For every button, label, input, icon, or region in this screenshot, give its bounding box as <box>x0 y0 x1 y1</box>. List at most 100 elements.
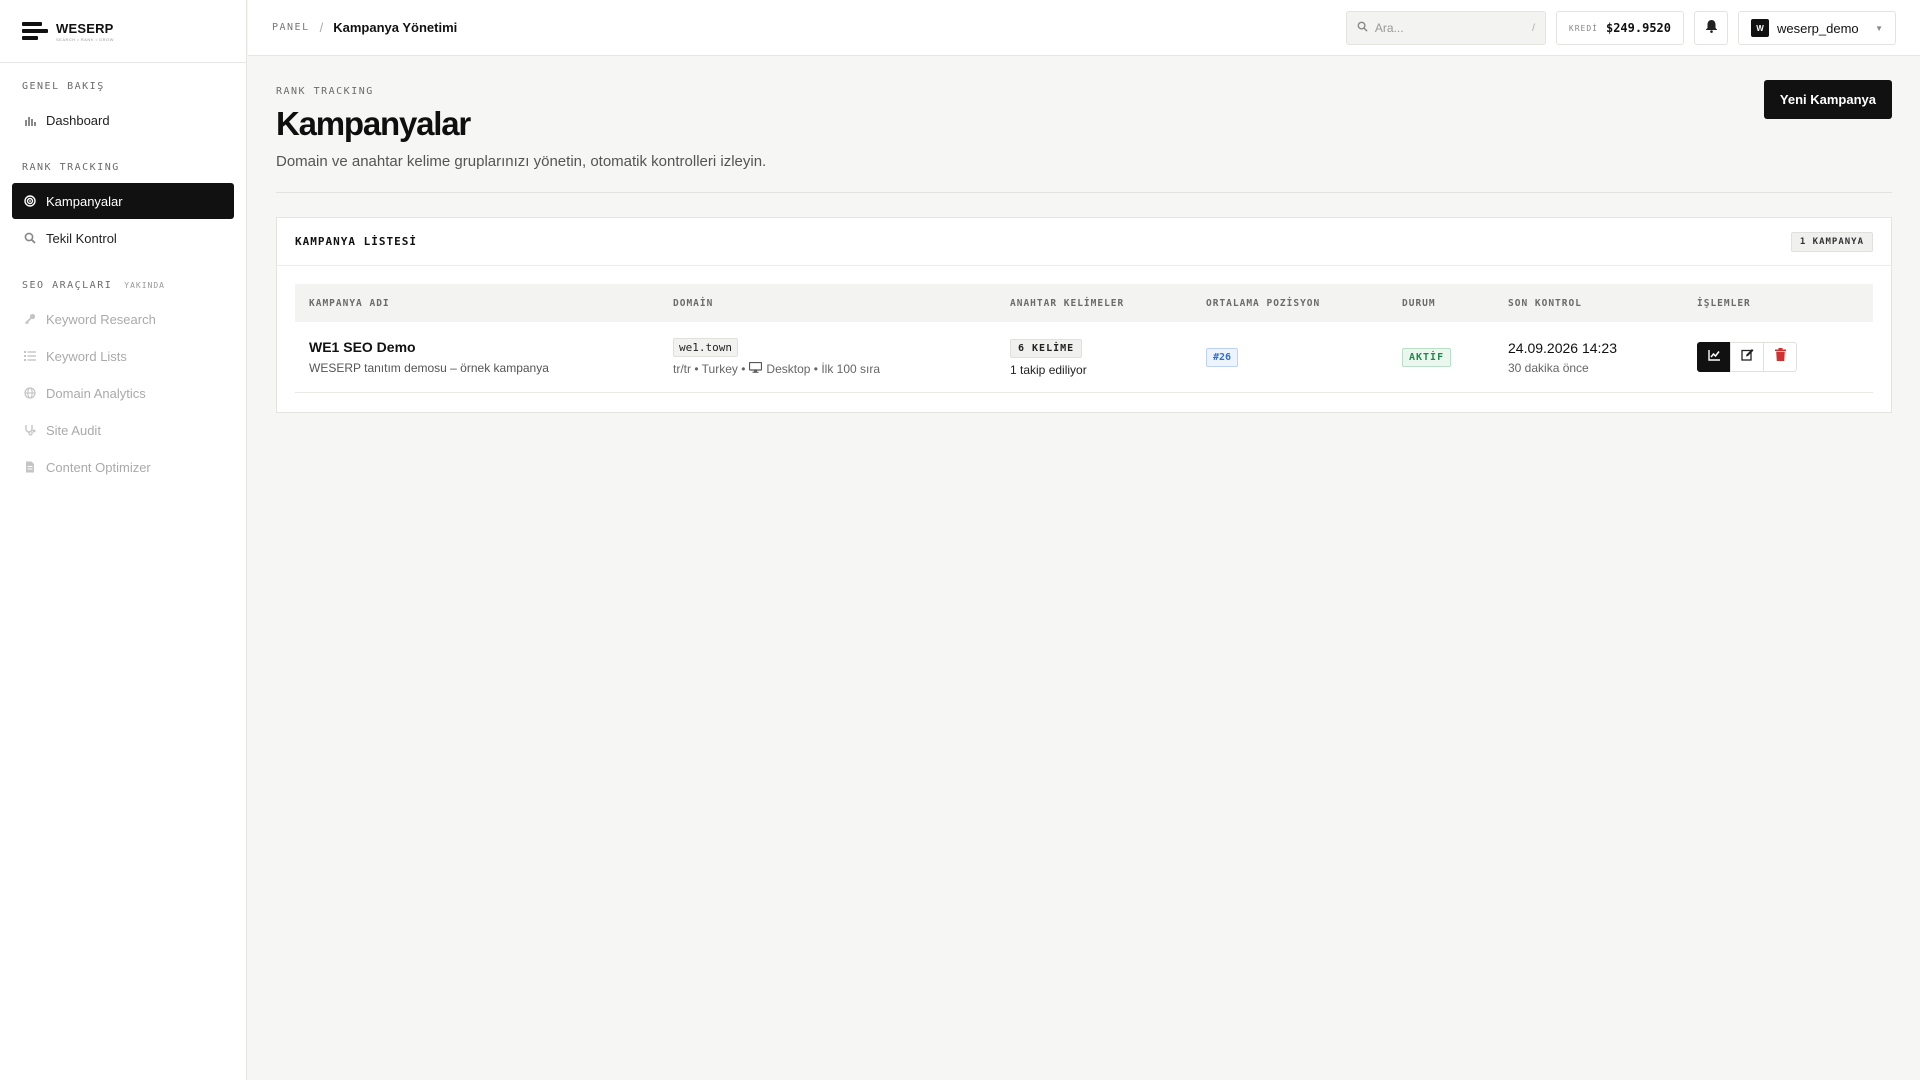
sidebar-item-label: Tekil Kontrol <box>46 230 117 246</box>
document-icon <box>24 461 36 473</box>
divider <box>276 192 1892 193</box>
globe-icon <box>24 387 36 399</box>
list-icon <box>24 350 36 362</box>
topbar-actions: Ara... / KREDİ $249.9520 W weserp_demo ▼ <box>1345 11 1896 45</box>
column-header-name[interactable]: KAMPANYA ADI <box>295 298 673 309</box>
breadcrumb: PANEL / Kampanya Yönetimi <box>272 20 457 35</box>
bell-icon <box>1705 19 1718 38</box>
sidebar-item-domain-analytics[interactable]: Domain Analytics <box>12 375 234 411</box>
device-text: Desktop • İlk 100 sıra <box>766 362 881 376</box>
chevron-down-icon: ▼ <box>1875 23 1883 33</box>
page-title: Kampanyalar <box>276 105 471 142</box>
target-icon <box>24 195 36 207</box>
avg-position-badge: #26 <box>1206 348 1239 367</box>
card-header: KAMPANYA LİSTESİ 1 KAMPANYA <box>277 218 1891 266</box>
stethoscope-icon <box>24 424 36 436</box>
locale-text: tr/tr • Turkey • <box>673 362 746 376</box>
cell-keywords: 6 KELİME 1 takip ediliyor <box>1010 338 1206 377</box>
page-eyebrow: RANK TRACKING <box>276 86 374 97</box>
breadcrumb-current: Kampanya Yönetimi <box>333 20 458 35</box>
line-chart-icon <box>1707 348 1721 366</box>
campaign-table: KAMPANYA ADI DOMAİN ANAHTAR KELİMELER OR… <box>295 284 1873 393</box>
cell-last-check: 24.09.2026 14:23 30 dakika önce <box>1508 340 1697 375</box>
status-badge: AKTİF <box>1402 348 1452 367</box>
coming-soon-badge: YAKINDA <box>124 281 165 290</box>
sidebar-item-label: Domain Analytics <box>46 385 146 401</box>
sidebar-item-keyword-lists[interactable]: Keyword Lists <box>12 338 234 374</box>
nav-section-label: GENEL BAKIŞ <box>22 81 105 92</box>
cell-actions <box>1697 342 1873 372</box>
brand-tagline: SEARCH • RANK • GROW <box>56 36 114 42</box>
row-actions <box>1697 342 1873 372</box>
user-menu[interactable]: W weserp_demo ▼ <box>1738 11 1896 45</box>
sidebar-item-content-optimizer[interactable]: Content Optimizer <box>12 449 234 485</box>
column-header-avg-position[interactable]: ORTALAMA POZİSYON <box>1206 298 1402 309</box>
sidebar-item-keyword-research[interactable]: Keyword Research <box>12 301 234 337</box>
nav-section-label: SEO ARAÇLARI <box>22 280 113 291</box>
search-placeholder: Ara... <box>1374 21 1404 35</box>
cell-domain: we1.town tr/tr • Turkey • Desktop • İlk … <box>673 338 1010 376</box>
tracked-count: 1 takip ediliyor <box>1010 362 1087 377</box>
breadcrumb-separator: / <box>319 20 324 35</box>
search-icon <box>24 232 36 244</box>
last-check-date: 24.09.2026 14:23 <box>1508 339 1617 356</box>
domain-chip: we1.town <box>673 338 738 357</box>
credit-value: $249.9520 <box>1605 21 1671 35</box>
edit-icon <box>1740 348 1754 366</box>
sidebar-item-label: Keyword Lists <box>46 348 127 364</box>
campaign-description: WESERP tanıtım demosu – örnek kampanya <box>309 361 549 375</box>
campaign-count-badge: 1 KAMPANYA <box>1790 231 1873 252</box>
edit-campaign-button[interactable] <box>1730 342 1764 372</box>
column-header-keywords[interactable]: ANAHTAR KELİMELER <box>1010 298 1206 309</box>
credit-balance[interactable]: KREDİ $249.9520 <box>1555 11 1684 45</box>
cell-status: AKTİF <box>1402 347 1508 367</box>
delete-campaign-button[interactable] <box>1763 342 1797 372</box>
sidebar-item-tekil-kontrol[interactable]: Tekil Kontrol <box>12 220 234 256</box>
cell-campaign: WE1 SEO Demo WESERP tanıtım demosu – örn… <box>295 339 673 375</box>
nav-section-seo-tools: SEO ARAÇLARI YAKINDA <box>0 280 246 291</box>
cell-avg-position: #26 <box>1206 347 1402 367</box>
column-header-status[interactable]: DURUM <box>1402 298 1508 309</box>
sidebar-item-site-audit[interactable]: Site Audit <box>12 412 234 448</box>
weserp-logo-icon <box>22 21 48 41</box>
sidebar-item-label: Site Audit <box>46 422 101 438</box>
page-description: Domain ve anahtar kelime gruplarınızı yö… <box>276 153 767 170</box>
credit-label: KREDİ <box>1568 23 1598 33</box>
breadcrumb-root[interactable]: PANEL <box>272 22 310 33</box>
table-row[interactable]: WE1 SEO Demo WESERP tanıtım demosu – örn… <box>295 322 1873 393</box>
column-header-last-check[interactable]: SON KONTROL <box>1508 298 1697 309</box>
sidebar-item-label: Kampanyalar <box>46 193 123 209</box>
user-name: weserp_demo <box>1777 20 1859 36</box>
sidebar-item-label: Keyword Research <box>46 311 156 327</box>
nav-section-rank-tracking: RANK TRACKING <box>0 162 246 173</box>
campaign-name[interactable]: WE1 SEO Demo <box>309 339 673 355</box>
sidebar-item-kampanyalar[interactable]: Kampanyalar <box>12 183 234 219</box>
column-header-actions: İŞLEMLER <box>1697 297 1751 309</box>
sidebar-item-label: Content Optimizer <box>46 459 151 475</box>
search-input[interactable]: Ara... / <box>1345 11 1546 45</box>
domain-meta: tr/tr • Turkey • Desktop • İlk 100 sıra <box>673 361 1010 376</box>
table-header: KAMPANYA ADI DOMAİN ANAHTAR KELİMELER OR… <box>295 284 1873 322</box>
topbar: PANEL / Kampanya Yönetimi Ara... / KREDİ… <box>248 0 1920 56</box>
key-icon <box>24 313 36 325</box>
keyword-count-badge: 6 KELİME <box>1010 338 1083 358</box>
sidebar-item-dashboard[interactable]: Dashboard <box>12 102 234 138</box>
nav-section-overview: GENEL BAKIŞ <box>0 81 246 92</box>
sidebar-item-label: Dashboard <box>46 112 110 128</box>
brand[interactable]: WESERP SEARCH • RANK • GROW <box>0 0 246 63</box>
view-report-button[interactable] <box>1697 342 1731 372</box>
brand-name: WESERP <box>56 20 114 36</box>
avatar: W <box>1751 19 1769 37</box>
trash-icon <box>1774 348 1786 366</box>
column-header-domain[interactable]: DOMAİN <box>673 298 1010 309</box>
main-content: RANK TRACKING Kampanyalar Domain ve anah… <box>276 56 1892 413</box>
sidebar: WESERP SEARCH • RANK • GROW GENEL BAKIŞ … <box>0 0 247 1080</box>
search-icon <box>1357 21 1368 35</box>
card-title: KAMPANYA LİSTESİ <box>295 235 417 248</box>
campaign-list-card: KAMPANYA LİSTESİ 1 KAMPANYA KAMPANYA ADI… <box>276 217 1892 413</box>
notifications-button[interactable] <box>1694 11 1728 45</box>
last-check-relative: 30 dakika önce <box>1508 360 1589 375</box>
search-shortcut: / <box>1532 22 1535 34</box>
new-campaign-button[interactable]: Yeni Kampanya <box>1763 80 1892 119</box>
bar-chart-icon <box>24 114 36 126</box>
